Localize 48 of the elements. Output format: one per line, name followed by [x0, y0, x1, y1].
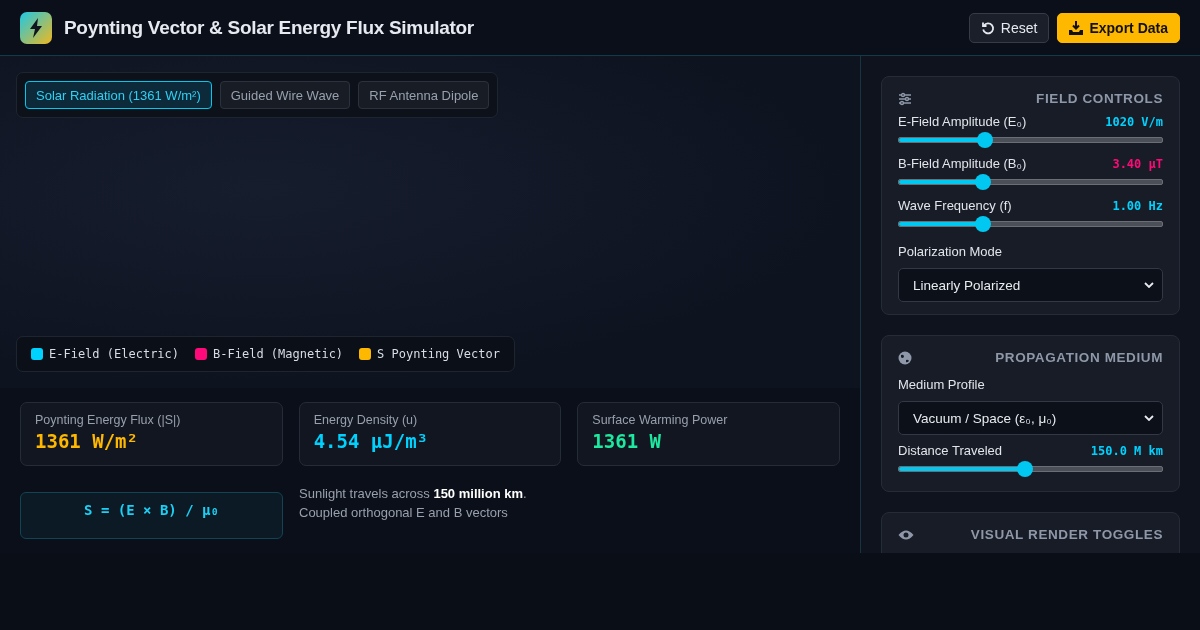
undo-icon [980, 20, 995, 35]
panel-title: VISUAL RENDER TOGGLES [970, 527, 1163, 542]
slider[interactable] [898, 132, 1163, 148]
dropdown[interactable]: Vacuum / Space (ε₀, μ₀) [898, 401, 1163, 435]
slider-reading: 1.00 Hz [1112, 199, 1163, 213]
slider-thumb[interactable] [977, 132, 994, 148]
slider[interactable] [898, 461, 1163, 477]
scenario-tab[interactable]: RF Antenna Dipole [358, 81, 490, 109]
app-title: Poynting Vector & Solar Energy Flux Simulator [64, 16, 475, 39]
panel-title: PROPAGATION MEDIUM [995, 350, 1163, 365]
slider-label: E-Field Amplitude (E₀) [898, 114, 1027, 129]
chevron-icon [1144, 282, 1154, 288]
chevron-icon [1144, 415, 1154, 421]
panel-title: FIELD CONTROLS [1036, 91, 1163, 106]
stat-label: Poynting Energy Flux (|S|) [35, 413, 182, 427]
slider[interactable] [898, 174, 1163, 190]
legend-label: B-Field (Magnetic) [213, 347, 344, 361]
export-button[interactable]: Export Data [1057, 12, 1180, 43]
slider-reading: 1020 V/m [1105, 115, 1163, 129]
legend-label: S Poynting Vector [377, 347, 500, 361]
slider[interactable] [898, 216, 1163, 232]
stat-value: 1361 W [592, 430, 662, 452]
stat-value: 1361 W/m² [35, 430, 139, 452]
stat-label: Surface Warming Power [592, 413, 729, 427]
slider-reading: 3.40 μT [1112, 157, 1163, 171]
stat-label: Energy Density (u) [313, 413, 419, 427]
eye-icon [898, 528, 914, 541]
slider-reading: 150.0 M km [1090, 444, 1163, 458]
bolt-logo-icon [20, 11, 52, 44]
scenario-tab[interactable]: Solar Radiation (1361 W/m²) [25, 81, 212, 109]
sliders-icon [898, 91, 912, 106]
slider-thumb[interactable] [1017, 461, 1034, 477]
globe-icon [898, 350, 912, 365]
dropdown[interactable]: Linearly Polarized [898, 268, 1163, 302]
description: Sunlight travels across 150 million km. Coupled orthogonal E and B vectors [299, 485, 528, 522]
stat-value: 4.54 μJ/m³ [313, 430, 430, 452]
slider-label: Wave Frequency (f) [898, 198, 1012, 213]
reset-button[interactable]: Reset [968, 12, 1050, 43]
slider-thumb[interactable] [974, 216, 991, 232]
formula: S = (E × B) / μ₀ [20, 492, 283, 539]
field-label: Polarization Mode [898, 244, 1003, 259]
slider-label: B-Field Amplitude (B₀) [898, 156, 1027, 171]
download-icon [1069, 20, 1084, 35]
slider-thumb[interactable] [974, 174, 991, 190]
slider-label: Distance Traveled [898, 443, 1003, 458]
field-label: Medium Profile [898, 377, 985, 392]
scenario-tab[interactable]: Guided Wire Wave [219, 81, 351, 109]
legend-label: E-Field (Electric) [49, 347, 180, 361]
